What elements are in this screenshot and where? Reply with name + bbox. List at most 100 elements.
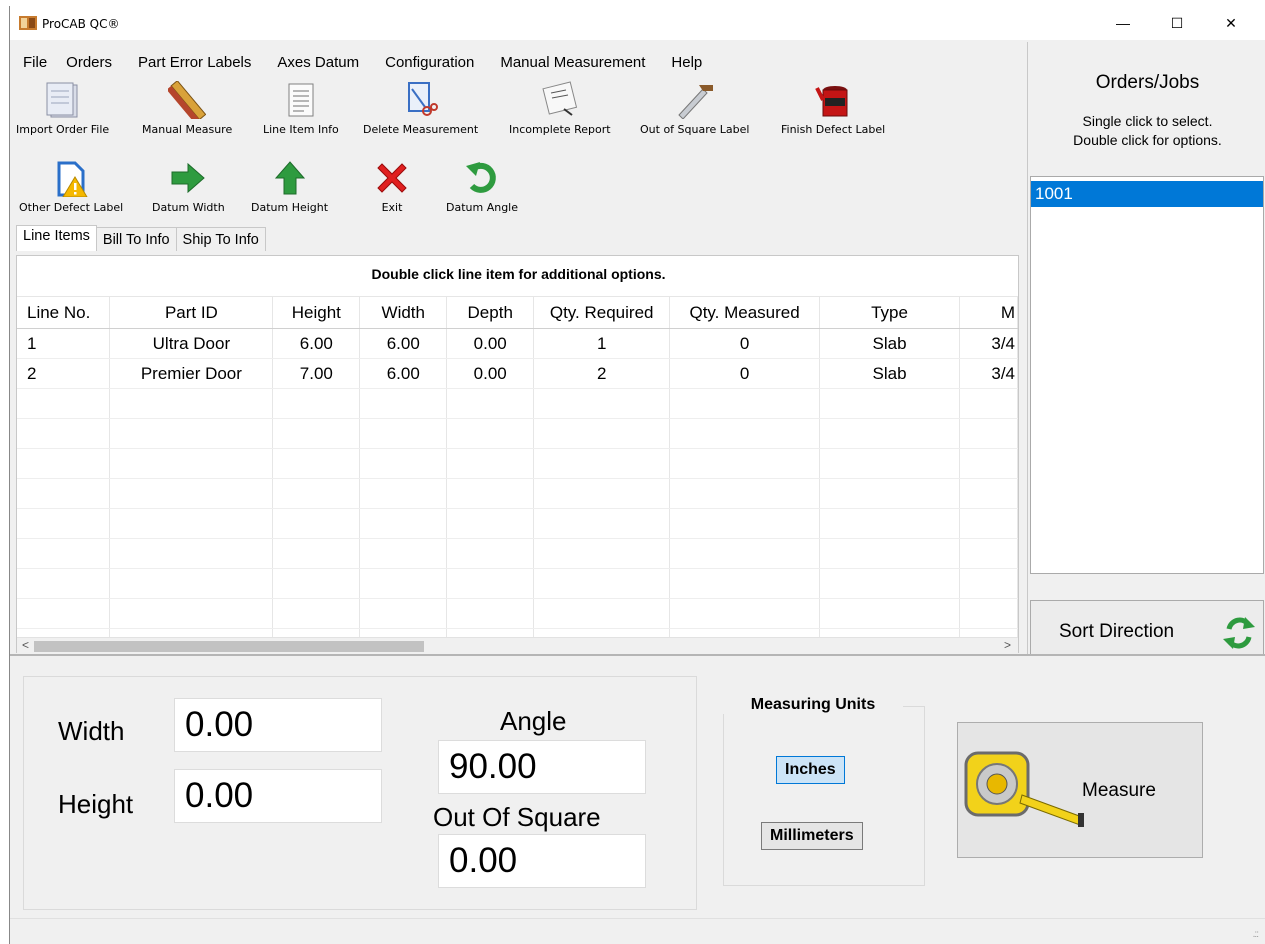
out-of-square-label-button[interactable]: Out of Square Label [640,80,749,136]
manual-measure-button[interactable]: Manual Measure [142,80,232,136]
table-cell: Premier Door [109,358,274,389]
table-cell: 6.00 [272,328,361,359]
import-file-icon [43,80,83,120]
table-cell: 2 [17,358,111,389]
table-cell: 0.00 [446,328,535,359]
other-defect-label-button[interactable]: Other Defect Label [19,158,123,214]
menu-file[interactable]: File [23,50,47,74]
arrow-up-icon [270,158,310,198]
exit-button[interactable]: Exit [372,158,412,214]
sort-direction-label: Sort Direction [1059,621,1175,642]
toolbar-label: Exit [381,201,403,214]
tab-strip: Line Items Bill To Info Ship To Info [16,225,266,251]
orders-list[interactable]: 1001 [1030,176,1264,574]
empty-row [17,478,1018,509]
measure-button[interactable]: Measure [957,722,1203,858]
column-header[interactable]: Qty. Measured [669,296,821,329]
rotate-icon [462,158,502,198]
toolbar-label: Other Defect Label [19,201,124,214]
toolbar-label: Datum Height [251,201,329,214]
scrollbar-thumb[interactable] [34,641,424,652]
measurement-panel: Width 0.00 Height 0.00 Angle 90.00 Out O… [10,654,1265,918]
sort-direction-button[interactable]: Sort Direction [1030,600,1264,660]
table-cell: 2 [533,358,671,389]
menu-configuration[interactable]: Configuration [385,50,474,74]
tab-ship-to-info[interactable]: Ship To Info [175,227,266,251]
datum-height-button[interactable]: Datum Height [251,158,328,214]
empty-row [17,388,1018,419]
resize-grip-icon[interactable]: .:: [1253,929,1259,940]
height-field[interactable]: 0.00 [174,769,382,823]
column-header[interactable]: Width [359,296,448,329]
toolbar-label: Delete Measurement [363,123,479,136]
empty-row [17,568,1018,599]
table-row[interactable]: 2 Premier Door 7.00 6.00 0.00 2 0 Slab 3… [17,358,1018,389]
line-items-grid[interactable]: Line No. Part ID Height Width Depth Qty.… [17,296,1018,641]
table-cell: 0.00 [446,358,535,389]
column-header[interactable]: Qty. Required [533,296,671,329]
datum-width-button[interactable]: Datum Width [152,158,225,214]
orders-subtitle: Single click to select. Double click for… [1028,112,1265,150]
document-icon [281,80,321,120]
delete-measurement-icon [401,80,441,120]
delete-measurement-button[interactable]: Delete Measurement [363,80,478,136]
scroll-right-arrow[interactable]: > [1004,638,1011,652]
table-cell: 6.00 [359,328,448,359]
incomplete-report-button[interactable]: Incomplete Report [509,80,611,136]
table-cell: 0 [669,358,821,389]
column-header[interactable]: Height [272,296,361,329]
datum-angle-button[interactable]: Datum Angle [446,158,518,214]
refresh-icon [1223,617,1255,649]
table-cell: 1 [17,328,111,359]
close-button[interactable]: ✕ [1208,6,1254,40]
height-label: Height [58,789,134,819]
table-cell: 3/4 [959,358,1018,389]
column-header[interactable]: Line No. [17,296,111,329]
table-cell: 7.00 [272,358,361,389]
table-cell: 3/4 [959,328,1018,359]
measure-label: Measure [1082,780,1156,801]
empty-row [17,448,1018,479]
menu-orders[interactable]: Orders [66,50,112,74]
column-header[interactable]: Type [819,296,960,329]
tab-line-items[interactable]: Line Items [16,225,97,251]
orders-subtitle-line2: Double click for options. [1073,132,1222,148]
out-of-square-field[interactable]: 0.00 [438,834,646,888]
orders-panel: Orders/Jobs Single click to select. Doub… [1027,42,1265,660]
toolbar-label: Manual Measure [142,123,233,136]
title-bar: ProCAB QC® — ☐ ✕ [10,6,1265,40]
inches-button[interactable]: Inches [776,756,845,784]
finish-defect-label-button[interactable]: Finish Defect Label [781,80,885,136]
scroll-left-arrow[interactable]: < [22,638,29,652]
menu-part-error-labels[interactable]: Part Error Labels [138,50,251,74]
millimeters-button[interactable]: Millimeters [761,822,863,850]
empty-row [17,598,1018,629]
tab-bill-to-info[interactable]: Bill To Info [95,227,177,251]
angle-label: Angle [500,706,567,736]
maximize-button[interactable]: ☐ [1154,6,1200,40]
table-cell: 0 [669,328,821,359]
horizontal-scrollbar[interactable]: < > [17,637,1018,654]
table-cell: Ultra Door [109,328,274,359]
width-field[interactable]: 0.00 [174,698,382,752]
order-item-selected[interactable]: 1001 [1031,181,1263,207]
table-row[interactable]: 1 Ultra Door 6.00 6.00 0.00 1 0 Slab 3/4 [17,328,1018,359]
menu-axes-datum[interactable]: Axes Datum [277,50,359,74]
table-cell: 1 [533,328,671,359]
orders-subtitle-line1: Single click to select. [1082,113,1213,129]
app-window: ProCAB QC® — ☐ ✕ File Orders Part Error … [9,6,1265,944]
line-item-info-button[interactable]: Line Item Info [263,80,339,136]
menu-bar: File Orders Part Error Labels Axes Datum… [10,50,703,74]
column-header[interactable]: Depth [446,296,535,329]
column-header[interactable]: Part ID [109,296,274,329]
square-tool-icon [675,80,715,120]
menu-help[interactable]: Help [671,50,702,74]
menu-manual-measurement[interactable]: Manual Measurement [500,50,645,74]
angle-field[interactable]: 90.00 [438,740,646,794]
tape-measure-icon [964,751,1084,827]
column-header[interactable]: M [959,296,1018,329]
empty-row [17,508,1018,539]
import-order-file-button[interactable]: Import Order File [16,80,109,136]
minimize-button[interactable]: — [1100,6,1146,40]
toolbar-label: Incomplete Report [509,123,611,136]
